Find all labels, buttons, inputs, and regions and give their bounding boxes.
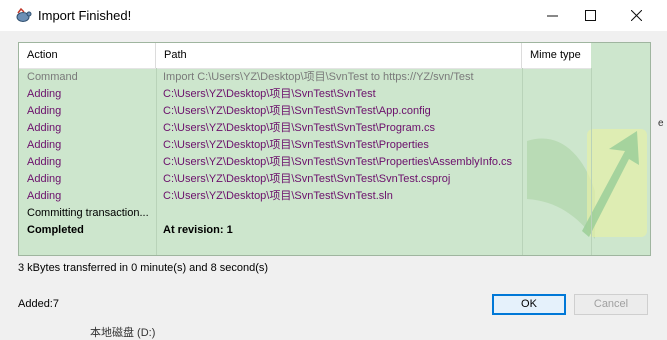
row-path: C:\Users\YZ\Desktop\项目\SvnTest\SvnTest\S… <box>163 173 451 185</box>
list-row[interactable]: Adding C:\Users\YZ\Desktop\项目\SvnTest\Svn… <box>19 120 650 137</box>
window-title: Import Finished! <box>38 8 132 23</box>
title-bar: Import Finished! <box>0 0 667 31</box>
row-action: Command <box>27 71 78 83</box>
list-row[interactable]: Adding C:\Users\YZ\Desktop\项目\SvnTest\Svn… <box>19 137 650 154</box>
ok-button[interactable]: OK <box>492 294 566 315</box>
row-path: C:\Users\YZ\Desktop\项目\SvnTest\SvnTest\P… <box>163 156 513 168</box>
row-action: Adding <box>27 88 62 100</box>
list-row[interactable]: Adding C:\Users\YZ\Desktop\项目\SvnTest\Svn… <box>19 171 650 188</box>
list-row[interactable]: Adding C:\Users\YZ\Desktop\项目\SvnTest\Svn… <box>19 188 650 205</box>
close-button[interactable] <box>613 0 659 31</box>
row-path: C:\Users\YZ\Desktop\项目\SvnTest\SvnTest.s… <box>163 190 393 202</box>
list-row[interactable]: Adding C:\Users\YZ\Desktop\项目\SvnTest\Svn… <box>19 103 650 120</box>
background-text-fragment: e <box>658 118 664 129</box>
transfer-status: 3 kBytes transferred in 0 minute(s) and … <box>18 262 269 274</box>
row-path: C:\Users\YZ\Desktop\项目\SvnTest\SvnTest\P… <box>163 139 429 151</box>
list-row[interactable]: Committing transaction... <box>19 205 650 222</box>
maximize-icon <box>584 10 596 21</box>
row-action: Adding <box>27 105 62 117</box>
column-header-action[interactable]: Action <box>19 43 156 68</box>
list-row[interactable]: Adding C:\Users\YZ\Desktop\项目\SvnTest\Svn… <box>19 154 650 171</box>
row-path: C:\Users\YZ\Desktop\项目\SvnTest\SvnTest\P… <box>163 122 436 134</box>
row-action: Adding <box>27 122 62 134</box>
minimize-icon <box>546 15 558 17</box>
row-path: C:\Users\YZ\Desktop\项目\SvnTest\SvnTest\A… <box>163 105 431 117</box>
row-action: Adding <box>27 156 62 168</box>
list-rows: Command Import C:\Users\YZ\Desktop\项目\Svn… <box>19 69 650 239</box>
row-path: Import C:\Users\YZ\Desktop\项目\SvnTest to… <box>163 71 474 83</box>
row-action: Adding <box>27 139 62 151</box>
tortoise-icon <box>16 7 32 22</box>
row-path: At revision: 1 <box>163 224 233 236</box>
close-icon <box>630 10 642 21</box>
list-header: Action Path Mime type <box>19 43 591 69</box>
row-action: Adding <box>27 173 62 185</box>
maximize-button[interactable] <box>567 0 613 31</box>
cancel-button[interactable]: Cancel <box>574 294 648 315</box>
background-drive-label: 本地磁盘 (D:) <box>90 327 156 339</box>
column-header-path[interactable]: Path <box>156 43 522 68</box>
row-action: Committing transaction... <box>27 207 149 219</box>
list-row[interactable]: Command Import C:\Users\YZ\Desktop\项目\Svn… <box>19 69 650 86</box>
action-list[interactable]: Action Path Mime type Command Import C:\U… <box>18 42 651 256</box>
list-row[interactable]: Adding C:\Users\YZ\Desktop\项目\SvnTest\Svn… <box>19 86 650 103</box>
column-header-mime[interactable]: Mime type <box>522 43 591 68</box>
row-action: Completed <box>27 224 84 236</box>
row-action: Adding <box>27 190 62 202</box>
list-row[interactable]: Completed At revision: 1 <box>19 222 650 239</box>
added-count: Added:7 <box>18 298 59 310</box>
row-path: C:\Users\YZ\Desktop\项目\SvnTest\SvnTest <box>163 88 376 100</box>
